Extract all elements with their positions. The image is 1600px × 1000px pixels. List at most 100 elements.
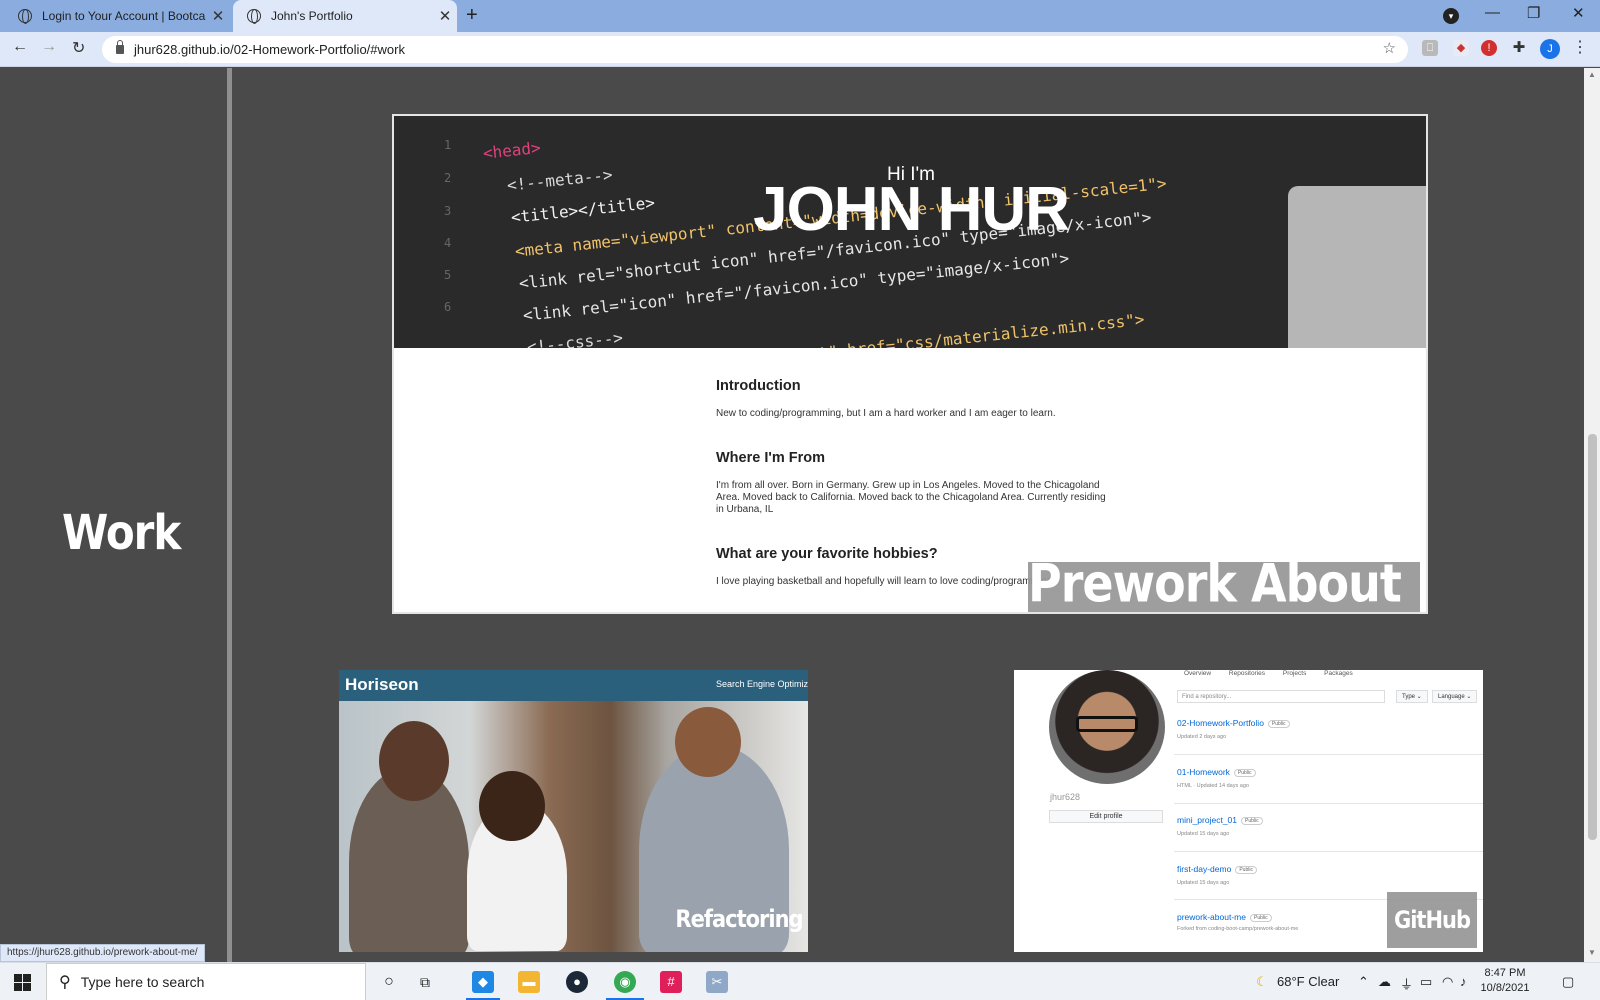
section-heading: Where I'm From [716,450,825,466]
globe-icon [18,9,32,24]
divider [1174,803,1483,804]
repo-link: 02-Homework-Portfolio Public [1177,718,1290,728]
snipping-tool-icon[interactable]: ✂ [706,971,728,993]
tab-bootcamp-login[interactable]: Login to Your Account | Bootcam ✕ [4,0,230,32]
horiseon-brand: Horiseon [345,675,419,694]
language-filter-button: Language ⌄ [1432,690,1478,703]
extension-badge-icon[interactable]: ◆ [1453,40,1469,56]
work-section-heading: Work [62,504,181,561]
page-scrollbar[interactable]: ▲ ▼ [1584,68,1600,962]
weather-text[interactable]: 68°F Clear [1277,974,1339,989]
hero-banner: 1 2 3 4 5 6 <head> <!--meta--> <title></… [394,116,1426,348]
section-text: New to coding/programming, but I am a ha… [716,408,1056,419]
overlay-label-text: Prework About Me [1028,551,1402,614]
profile-avatar[interactable]: J [1540,39,1560,59]
horiseon-header: Horiseon Search Engine Optimiz [339,670,808,701]
prework-about-me-link[interactable]: Prework About Me [1028,552,1420,612]
refactoring-link[interactable]: Refactoring [669,896,808,942]
window-close-button[interactable]: ✕ [1572,4,1585,22]
glasses-shape [1076,716,1138,732]
browser-tab-strip: Login to Your Account | Bootcam ✕ John's… [0,0,1600,32]
weather-moon-icon[interactable]: ☾ [1256,974,1268,990]
overlay-label-text: Refactoring [675,905,803,933]
close-icon[interactable]: ✕ [206,7,230,25]
head-center-shape [479,771,545,841]
tab-johns-portfolio[interactable]: John's Portfolio ✕ [233,0,457,32]
project-card-prework-about-me[interactable]: 1 2 3 4 5 6 <head> <!--meta--> <title></… [392,114,1428,614]
project-card-refactoring[interactable]: Horiseon Search Engine Optimiz Refactori… [339,670,808,952]
windows-taskbar: ⚲ Type here to search ○ ⧉ ◆ ▬ ● ◉ # ✂ ☾ … [0,962,1600,1000]
close-icon[interactable]: ✕ [433,7,457,25]
head-right-shape [675,707,741,777]
head-left-shape [379,721,449,801]
vscode-icon[interactable]: ◆ [472,971,494,993]
repo-meta: Updated 2 days ago [1177,734,1227,740]
repo-link: 01-Homework Public [1177,767,1256,777]
cloud-icon[interactable]: ☁ [1378,974,1391,990]
back-arrow-icon[interactable]: ← [12,38,28,56]
address-bar[interactable]: jhur628.github.io/02-Homework-Portfolio/… [102,36,1408,63]
repo-meta: Forked from coding-boot-camp/prework-abo… [1177,926,1299,932]
file-explorer-icon[interactable]: ▬ [518,971,540,993]
volume-icon[interactable]: ♪ [1460,974,1467,989]
reload-icon[interactable]: ↻ [72,38,85,58]
github-tab: Projects [1282,670,1307,677]
clock-time: 8:47 PM [1484,967,1526,979]
repo-meta: Updated 15 days ago [1177,831,1230,837]
lock-icon[interactable] [116,40,124,54]
link-status-bubble: https://jhur628.github.io/prework-about-… [0,944,205,962]
usb-icon[interactable]: ⏚ [1400,974,1413,993]
bookmark-star-icon[interactable]: ☆ [1383,39,1396,57]
forward-arrow-icon[interactable]: → [41,38,57,56]
adblock-icon[interactable]: ! [1481,40,1497,56]
divider [1174,754,1483,755]
tab-label: John's Portfolio [271,9,353,23]
line-number: 6 [444,300,452,314]
battery-icon[interactable]: ▭ [1420,974,1432,990]
windows-start-icon[interactable] [14,974,31,991]
task-view-icon[interactable]: ⧉ [414,971,436,993]
search-icon: ⚲ [59,974,71,991]
code-line: <link rel="stylesheet" href="css/materia… [626,309,1146,348]
kebab-menu-icon[interactable]: ⋮ [1572,37,1588,57]
new-tab-button[interactable]: + [466,4,478,27]
minimize-button[interactable]: — [1485,4,1500,21]
scroll-down-arrow-icon[interactable]: ▼ [1588,948,1596,957]
github-tab: Overview [1184,670,1212,677]
cortana-icon[interactable]: ○ [378,971,400,993]
github-tab: Packages [1324,670,1353,677]
overlay-label-text: GitHub [1393,906,1471,934]
github-username: jhur628 [1050,792,1081,802]
repo-link: prework-about-me Public [1177,912,1272,922]
restore-button[interactable]: ❐ [1527,4,1540,22]
code-line: <head> [482,137,542,163]
scroll-up-arrow-icon[interactable]: ▲ [1588,70,1596,79]
slack-icon[interactable]: # [660,971,682,993]
extension-icon[interactable]: ⎕ [1422,40,1438,56]
url-text[interactable]: jhur628.github.io/02-Homework-Portfolio/… [134,42,405,57]
taskbar-search-placeholder: Type here to search [80,974,205,990]
code-line: <!--css--> [526,327,624,348]
type-filter-button: Type ⌄ [1396,690,1428,703]
taskbar-search-box[interactable]: ⚲ Type here to search [46,963,366,1000]
project-card-github[interactable]: Overview Repositories Projects Packages … [1014,670,1483,952]
notification-icon[interactable]: ▢ [1562,974,1574,990]
section-side-panel: Work [0,68,232,962]
hidden-icons-chevron-icon[interactable]: ⌃ [1358,974,1369,990]
system-clock[interactable]: 8:47 PM 10/8/2021 [1470,966,1540,996]
globe-icon [247,9,261,24]
github-link[interactable]: GitHub [1387,892,1477,948]
section-text: I'm from all over. Born in Germany. Grew… [716,480,1106,515]
repo-search-input: Find a repository... [1177,690,1385,703]
line-number: 5 [444,268,452,282]
chrome-icon[interactable]: ◉ [614,971,636,993]
extensions-puzzle-icon[interactable]: ✚ [1511,40,1527,56]
tab-search-icon[interactable]: ▾ [1443,8,1459,24]
section-heading: Introduction [716,378,801,394]
steam-icon[interactable]: ● [566,971,588,993]
scrollbar-thumb[interactable] [1588,434,1597,840]
horiseon-nav: Search Engine Optimiz [715,679,808,689]
wifi-icon[interactable]: ◠ [1442,974,1453,990]
repo-meta: Updated 15 days ago [1177,880,1230,886]
line-number: 1 [444,138,452,152]
